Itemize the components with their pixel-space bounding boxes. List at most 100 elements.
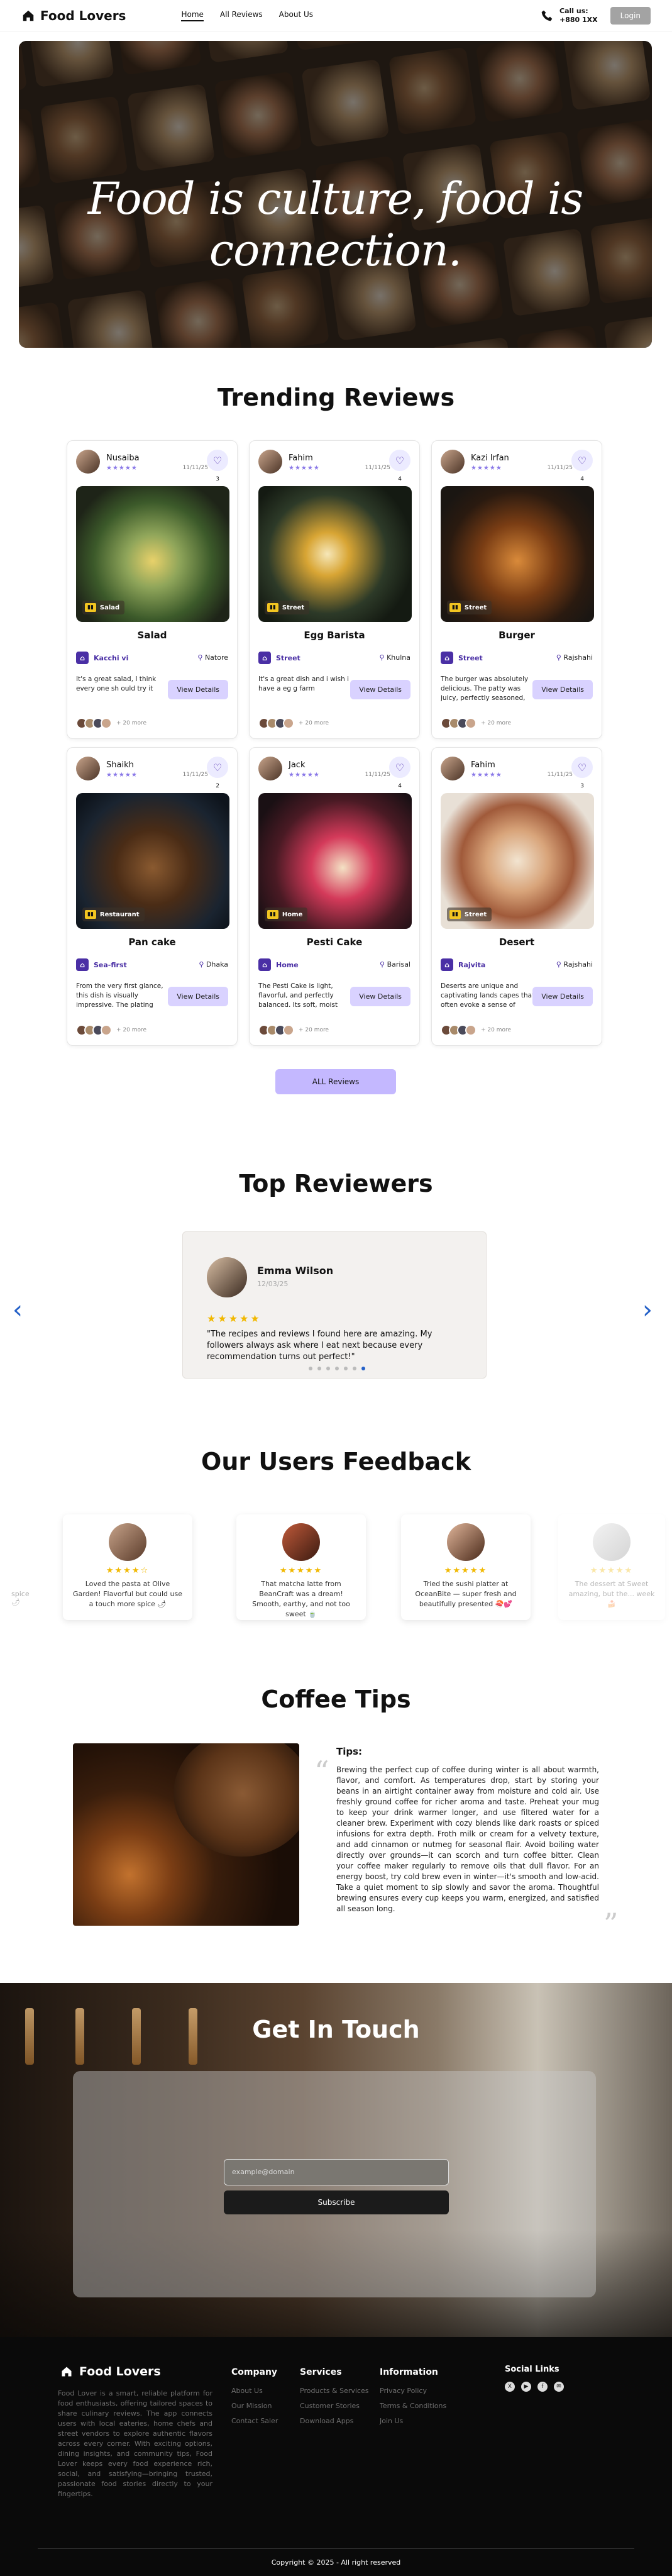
view-details-button[interactable]: View Details: [350, 987, 410, 1006]
footer-link[interactable]: Contact Saler: [231, 2414, 278, 2429]
dish-name: Desert: [498, 936, 535, 948]
feedback-card: ★★★★★ Tried the sushi platter at OceanBi…: [401, 1514, 531, 1620]
footer-description: Food Lover is a smart, reliable platform…: [58, 2389, 212, 2498]
nav-link-home[interactable]: Home: [181, 10, 204, 21]
nav-link-all-reviews[interactable]: All Reviews: [220, 10, 263, 21]
rating-stars: ★★★★★: [444, 1566, 488, 1575]
view-details-button[interactable]: View Details: [532, 987, 593, 1006]
heart-icon[interactable]: ♡: [571, 757, 593, 778]
view-details-button[interactable]: View Details: [532, 680, 593, 699]
view-details-button[interactable]: View Details: [168, 987, 228, 1006]
footer-brand[interactable]: Food Lovers: [60, 2365, 161, 2379]
location-name: Dhaka: [206, 960, 228, 969]
category-badge: ▮▮ Restaurant: [82, 908, 145, 921]
feedback-text: That matcha latte from BeanCraft was a d…: [252, 1580, 350, 1618]
footer-link[interactable]: About Us: [231, 2384, 278, 2399]
heart-icon[interactable]: ♡: [389, 757, 410, 778]
reviewer-name: Nusaiba: [106, 453, 140, 463]
reviewer-card: Emma Wilson 12/03/25 ★★★★★ "The recipes …: [182, 1231, 487, 1379]
review-card: Fahim ★★★★★ 11/11/25 ♡ 3 ▮▮ Street Desert…: [431, 747, 602, 1046]
contact-panel: example@domain Subscribe: [73, 2071, 596, 2297]
brand-logo[interactable]: Food Lovers: [21, 8, 126, 23]
review-text: It's a great salad, I think every one sh…: [76, 675, 157, 692]
footer-link[interactable]: Download Apps: [300, 2414, 368, 2429]
carousel-dot[interactable]: [326, 1367, 330, 1370]
footer-link[interactable]: Privacy Policy: [380, 2384, 446, 2399]
review-card: Kazi Irfan ★★★★★ 11/11/25 ♡ 4 ▮▮ Street B…: [431, 440, 602, 739]
nav-link-about-us[interactable]: About Us: [279, 10, 313, 21]
footer-link[interactable]: Terms & Conditions: [380, 2399, 446, 2414]
reviewer-name: Fahim: [289, 453, 313, 463]
category-icon: ▮▮: [85, 603, 96, 612]
review-date: 11/11/25: [365, 772, 390, 778]
category-label: Street: [464, 911, 487, 918]
top-reviewers-title: Top Reviewers: [239, 1170, 433, 1197]
view-details-button[interactable]: View Details: [350, 680, 410, 699]
reviewer-name: Shaikh: [106, 760, 134, 770]
heart-icon[interactable]: ♡: [389, 450, 410, 471]
subscribe-button[interactable]: Subscribe: [224, 2190, 449, 2214]
tips-text: Brewing the perfect cup of coffee during…: [336, 1765, 599, 1913]
hero-headline: Food is culture, food is connection.: [87, 173, 584, 276]
footer-link[interactable]: Products & Services: [300, 2384, 368, 2399]
view-details-button[interactable]: View Details: [168, 680, 228, 699]
carousel-dot[interactable]: [309, 1367, 312, 1370]
carousel-dot[interactable]: [344, 1367, 348, 1370]
review-date: 11/11/25: [547, 772, 573, 778]
review-text: The Pesti Cake is light, flavorful, and …: [258, 982, 338, 1009]
chevron-left-icon[interactable]: ‹: [13, 1296, 23, 1324]
quote-open-icon: “: [314, 1755, 329, 1789]
category-label: Salad: [99, 604, 120, 611]
feedback-text: The dessert at Sweet amazing, but the...…: [568, 1580, 655, 1608]
carousel-dot[interactable]: [317, 1367, 321, 1370]
footer-heading: Information: [380, 2367, 438, 2377]
footer-link[interactable]: Customer Stories: [300, 2399, 368, 2414]
login-button[interactable]: Login: [610, 6, 651, 25]
footer-heading: Services: [300, 2367, 342, 2377]
category-badge: ▮▮ Street: [265, 601, 310, 614]
review-text: It's a great dish and i wish i have a eg…: [258, 675, 350, 692]
carousel-dot-active[interactable]: [361, 1367, 365, 1370]
heart-icon[interactable]: ♡: [207, 450, 228, 471]
chevron-right-icon[interactable]: ›: [642, 1296, 653, 1324]
category-icon: ▮▮: [449, 910, 461, 919]
quote-close-icon: ”: [603, 1907, 619, 1941]
location: ⚲ Dhaka: [199, 960, 228, 969]
dish-image: ▮▮ Restaurant: [76, 793, 229, 929]
reviewer-name: Emma Wilson: [257, 1265, 334, 1277]
category-icon: ▮▮: [267, 603, 278, 612]
category-badge: ▮▮ Salad: [82, 601, 125, 614]
carousel-dot[interactable]: [335, 1367, 339, 1370]
reviewer-name: Kazi Irfan: [471, 453, 509, 463]
location: ⚲ Rajshahi: [556, 960, 593, 969]
footer-link[interactable]: Our Mission: [231, 2399, 278, 2414]
dish-name: Egg Barista: [304, 630, 365, 641]
review-text: Deserts are unique and captivating lands…: [441, 982, 535, 1009]
avatar: [282, 1523, 320, 1561]
category-label: Street: [282, 604, 305, 611]
location: ⚲ Natore: [197, 653, 228, 662]
category-label: Home: [282, 911, 303, 918]
location-pin-icon: ⚲: [556, 653, 561, 662]
footer-heading: Social Links: [505, 2365, 559, 2374]
messenger-icon[interactable]: ✉: [554, 2382, 564, 2392]
restaurant-name: Street: [458, 653, 483, 662]
footer-heading: Company: [231, 2367, 278, 2377]
footer: Food Lovers Food Lover is a smart, relia…: [0, 2337, 672, 2576]
avatar: [76, 450, 100, 474]
review-date: 11/11/25: [182, 465, 208, 471]
dish-name: Pan cake: [128, 936, 176, 948]
all-reviews-button[interactable]: ALL Reviews: [275, 1069, 396, 1094]
feedback-card: ★★★★☆ Loved the pasta at Olive Garden! F…: [63, 1514, 192, 1620]
email-field[interactable]: example@domain: [224, 2159, 449, 2185]
youtube-icon[interactable]: ▶: [521, 2382, 531, 2392]
call-number: +880 1XX: [559, 15, 598, 24]
footer-link[interactable]: Join Us: [380, 2414, 446, 2429]
facebook-icon[interactable]: f: [537, 2382, 548, 2392]
x-icon[interactable]: X: [505, 2382, 515, 2392]
heart-icon[interactable]: ♡: [571, 450, 593, 471]
rating-stars: ★★★★★: [471, 772, 502, 779]
carousel-dot[interactable]: [353, 1367, 356, 1370]
heart-icon[interactable]: ♡: [207, 757, 228, 778]
location-pin-icon: ⚲: [379, 653, 385, 662]
